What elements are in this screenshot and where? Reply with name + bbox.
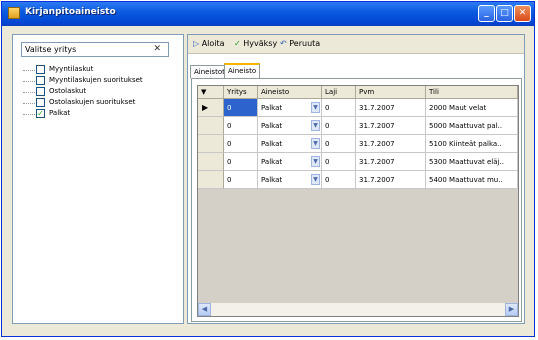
cell-laji[interactable]: 0 bbox=[322, 153, 356, 171]
cell-laji[interactable]: 0 bbox=[322, 135, 356, 153]
current-row-arrow-icon: ▶ bbox=[198, 99, 224, 117]
cell-tili[interactable]: 5400 Maattuvat mu.. bbox=[426, 171, 518, 189]
column-header[interactable]: Laji bbox=[322, 86, 356, 98]
cell-tili[interactable]: 5100 Kiinteät palka.. bbox=[426, 135, 518, 153]
cell-aineisto[interactable]: Palkat ▼ bbox=[258, 171, 322, 189]
dropdown-arrow-icon[interactable]: ▼ bbox=[311, 156, 320, 167]
column-header[interactable]: Yritys bbox=[224, 86, 258, 98]
cell-laji[interactable]: 0 bbox=[322, 171, 356, 189]
column-header[interactable]: Tili bbox=[426, 86, 518, 98]
cell-pvm[interactable]: 31.7.2007 bbox=[356, 135, 426, 153]
minimize-button[interactable]: _ bbox=[478, 5, 495, 22]
tree-item-ostolaskujen-suoritukset[interactable]: Ostolaskujen suoritukset bbox=[23, 98, 181, 108]
tree-item-myyntilaskut[interactable]: Myyntilaskut bbox=[23, 65, 181, 75]
cell-pvm[interactable]: 31.7.2007 bbox=[356, 99, 426, 117]
tree-checkbox[interactable] bbox=[36, 65, 45, 74]
tree-item-label: Ostolaskut bbox=[49, 87, 87, 95]
toolbar: ▷ Aloita ✓ Hyväksy ↶ Peruuta bbox=[188, 35, 524, 54]
cell-yritys[interactable]: 0 bbox=[224, 153, 258, 171]
column-header[interactable]: Pvm bbox=[356, 86, 426, 98]
approve-button[interactable]: ✓ Hyväksy bbox=[234, 39, 277, 48]
close-button[interactable]: ✕ bbox=[514, 5, 531, 22]
cell-laji[interactable]: 0 bbox=[322, 99, 356, 117]
table-row[interactable]: 0 Palkat ▼ 0 31.7.2007 5400 Maattuvat mu.… bbox=[198, 171, 518, 189]
approve-label: Hyväksy bbox=[243, 39, 278, 48]
table-row[interactable]: 0 Palkat ▼ 0 31.7.2007 5300 Maattuvat elä… bbox=[198, 153, 518, 171]
start-label: Aloita bbox=[201, 39, 225, 48]
tree-checkbox-checked[interactable]: ✓ bbox=[36, 109, 45, 118]
row-selector[interactable] bbox=[198, 135, 224, 153]
material-tree: Myyntilaskut Myyntilaskujen suoritukset … bbox=[23, 65, 181, 120]
dropdown-arrow-icon[interactable]: ▼ bbox=[311, 120, 320, 131]
table-row[interactable]: 0 Palkat ▼ 0 31.7.2007 5100 Kiinteät palk… bbox=[198, 135, 518, 153]
cell-laji[interactable]: 0 bbox=[322, 117, 356, 135]
cell-aineisto[interactable]: Palkat ▼ bbox=[258, 153, 322, 171]
column-header[interactable]: Aineisto bbox=[258, 86, 322, 98]
tab-aineisto[interactable]: Aineisto bbox=[224, 63, 261, 79]
cell-pvm[interactable]: 31.7.2007 bbox=[356, 171, 426, 189]
table-row[interactable]: ▶ 0 Palkat ▼ 0 31.7.2007 2000 Maut velat bbox=[198, 99, 518, 117]
cell-tili[interactable]: 2000 Maut velat bbox=[426, 99, 518, 117]
grid-header: ▼ Yritys Aineisto Laji Pvm Tili bbox=[198, 86, 518, 99]
maximize-button[interactable]: □ bbox=[496, 5, 513, 22]
cell-yritys[interactable]: 0 bbox=[224, 135, 258, 153]
window-title: Kirjanpitoaineisto bbox=[25, 7, 116, 17]
scroll-right-icon[interactable]: ▶ bbox=[505, 303, 518, 316]
tree-item-palkat[interactable]: ✓ Palkat bbox=[23, 109, 181, 119]
tree-item-label: Myyntilaskujen suoritukset bbox=[49, 76, 143, 84]
row-selector[interactable] bbox=[198, 171, 224, 189]
app-icon bbox=[8, 7, 20, 19]
cell-aineisto[interactable]: Palkat ▼ bbox=[258, 99, 322, 117]
cell-yritys[interactable]: 0 bbox=[224, 99, 258, 117]
row-selector[interactable] bbox=[198, 117, 224, 135]
play-icon: ▷ bbox=[193, 39, 200, 48]
table-row[interactable]: 0 Palkat ▼ 0 31.7.2007 5000 Maattuvat pal… bbox=[198, 117, 518, 135]
data-grid: ▼ Yritys Aineisto Laji Pvm Tili ▶ 0 Palk… bbox=[197, 85, 519, 317]
dropdown-arrow-icon[interactable]: ▼ bbox=[311, 174, 320, 185]
check-icon: ✓ bbox=[234, 39, 241, 48]
cell-yritys[interactable]: 0 bbox=[224, 117, 258, 135]
tree-item-label: Palkat bbox=[49, 109, 71, 117]
start-button[interactable]: ▷ Aloita bbox=[193, 39, 225, 48]
company-panel: Valitse yritys ✕ Myyntilaskut Myyntilask… bbox=[12, 34, 184, 324]
tab-label: Aineistot bbox=[194, 68, 225, 76]
company-select[interactable]: Valitse yritys ✕ bbox=[21, 42, 169, 57]
tree-item-label: Ostolaskujen suoritukset bbox=[49, 98, 136, 106]
tab-content: ▼ Yritys Aineisto Laji Pvm Tili ▶ 0 Palk… bbox=[191, 78, 522, 322]
tree-checkbox[interactable] bbox=[36, 76, 45, 85]
cell-pvm[interactable]: 31.7.2007 bbox=[356, 153, 426, 171]
tree-checkbox[interactable] bbox=[36, 87, 45, 96]
clear-icon[interactable]: ✕ bbox=[153, 44, 161, 54]
tree-item-label: Myyntilaskut bbox=[49, 65, 94, 73]
row-selector[interactable] bbox=[198, 153, 224, 171]
company-select-value: Valitse yritys bbox=[25, 45, 77, 54]
cell-pvm[interactable]: 31.7.2007 bbox=[356, 117, 426, 135]
cell-yritys[interactable]: 0 bbox=[224, 171, 258, 189]
tree-item-ostolaskut[interactable]: Ostolaskut bbox=[23, 87, 181, 97]
cell-aineisto[interactable]: Palkat ▼ bbox=[258, 135, 322, 153]
title-bar[interactable]: Kirjanpitoaineisto _ □ ✕ bbox=[2, 2, 534, 26]
cancel-label: Peruuta bbox=[289, 39, 321, 48]
dropdown-arrow-icon[interactable]: ▼ bbox=[311, 102, 320, 113]
content-panel: ▷ Aloita ✓ Hyväksy ↶ Peruuta Aineistot A… bbox=[187, 34, 525, 324]
scroll-left-icon[interactable]: ◀ bbox=[198, 303, 211, 316]
cancel-button[interactable]: ↶ Peruuta bbox=[280, 39, 320, 48]
cell-aineisto[interactable]: Palkat ▼ bbox=[258, 117, 322, 135]
cell-tili[interactable]: 5000 Maattuvat pal.. bbox=[426, 117, 518, 135]
dropdown-arrow-icon[interactable]: ▼ bbox=[311, 138, 320, 149]
cell-tili[interactable]: 5300 Maattuvat eläj.. bbox=[426, 153, 518, 171]
tree-item-myyntilaskujen-suoritukset[interactable]: Myyntilaskujen suoritukset bbox=[23, 76, 181, 86]
horizontal-scrollbar[interactable]: ◀ ▶ bbox=[198, 302, 518, 316]
tree-checkbox[interactable] bbox=[36, 98, 45, 107]
undo-icon: ↶ bbox=[280, 39, 287, 48]
tab-label: Aineisto bbox=[228, 67, 257, 75]
filter-icon[interactable]: ▼ bbox=[198, 86, 224, 98]
